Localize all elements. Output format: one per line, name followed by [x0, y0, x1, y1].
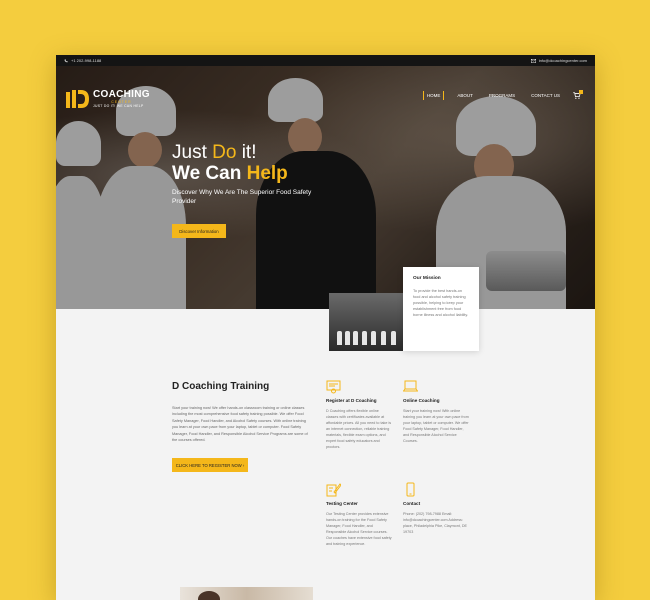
- feature-online-body: Start your training now! With online tra…: [403, 409, 469, 443]
- phone-number: +1 202-998-1188: [71, 58, 102, 63]
- logo-tagline: JUST DO IT! WE CAN HELP: [93, 104, 144, 108]
- mission-photo: [329, 293, 403, 351]
- email-address: info@dcoachingcenter.com: [538, 58, 587, 63]
- feature-contact-title: Contact: [403, 501, 421, 506]
- nav-about[interactable]: ABOUT: [454, 91, 476, 100]
- nav-home[interactable]: HOME: [422, 91, 445, 100]
- hero-line-2: We Can Help: [172, 163, 312, 185]
- nav-programs[interactable]: PROGRAMS: [486, 91, 518, 100]
- phone-contact[interactable]: +1 202-998-1188: [64, 58, 101, 63]
- mission-body: To provide the best hands-on food and al…: [413, 289, 469, 317]
- register-now-button[interactable]: CLICK HERE TO REGISTER NOW ›: [172, 458, 248, 472]
- mission-title: Our Mission: [413, 276, 441, 281]
- feature-testing-body: Our Testing Center provides extensive ha…: [326, 512, 392, 546]
- feature-register-body: D Coaching offers flexible online classe…: [326, 409, 392, 449]
- training-body: Start your training now! We offer hands-…: [172, 406, 308, 443]
- feature-online: Online Coaching Start your training now!…: [402, 379, 469, 444]
- phone-small-icon: [64, 58, 68, 62]
- feature-testing-title: Testing Center: [326, 501, 358, 506]
- feature-register-title: Register at D Coaching: [326, 398, 377, 403]
- hero-line-2-a: We Can: [172, 163, 247, 184]
- certificate-icon: [326, 379, 341, 394]
- top-bar: +1 202-998-1188 info@dcoachingcenter.com: [56, 55, 595, 66]
- logo-mark-icon: [66, 88, 90, 110]
- site-logo[interactable]: COACHING CENTER JUST DO IT! WE CAN HELP: [66, 88, 150, 110]
- hero-subtitle: Discover Why We Are The Superior Food Sa…: [172, 189, 312, 205]
- nav-contact-us[interactable]: CONTACT US: [528, 91, 563, 100]
- pencil-test-icon: [326, 482, 342, 497]
- laptop-icon: [402, 379, 419, 394]
- mission-card: Our Mission To provide the best hands-on…: [403, 267, 479, 351]
- hero-line-1-b: Do: [212, 142, 237, 163]
- cart-badge: [579, 89, 583, 94]
- feature-online-title: Online Coaching: [403, 398, 440, 403]
- discover-button[interactable]: Discover Information: [172, 224, 226, 238]
- envelope-icon: [530, 58, 536, 63]
- bottom-photo: [180, 587, 313, 600]
- hero-line-1: Just Do it!: [172, 142, 312, 163]
- email-contact[interactable]: info@dcoachingcenter.com: [530, 58, 587, 63]
- feature-register: Register at D Coaching D Coaching offers…: [326, 379, 392, 450]
- feature-contact: Contact Phone: (202) 798-7988 Email: inf…: [403, 482, 469, 535]
- logo-name: COACHING: [93, 89, 150, 100]
- website-frame: +1 202-998-1188 info@dcoachingcenter.com: [56, 55, 595, 600]
- feature-contact-body: Phone: (202) 798-7988 Email: info@dcoach…: [403, 512, 467, 534]
- phone-icon: [403, 482, 418, 497]
- hero-line-2-b: Help: [246, 163, 288, 184]
- hero-section: COACHING CENTER JUST DO IT! WE CAN HELP …: [56, 66, 595, 309]
- cart-icon[interactable]: [573, 89, 583, 100]
- hero-headline: Just Do it! We Can Help Discover Why We …: [172, 142, 312, 206]
- hero-line-1-c: it!: [236, 142, 257, 163]
- training-title: D Coaching Training: [172, 381, 270, 392]
- main-nav: HOME ABOUT PROGRAMS CONTACT US: [422, 89, 583, 100]
- feature-testing: Testing Center Our Testing Center provid…: [326, 482, 392, 547]
- hero-line-1-a: Just: [172, 142, 213, 163]
